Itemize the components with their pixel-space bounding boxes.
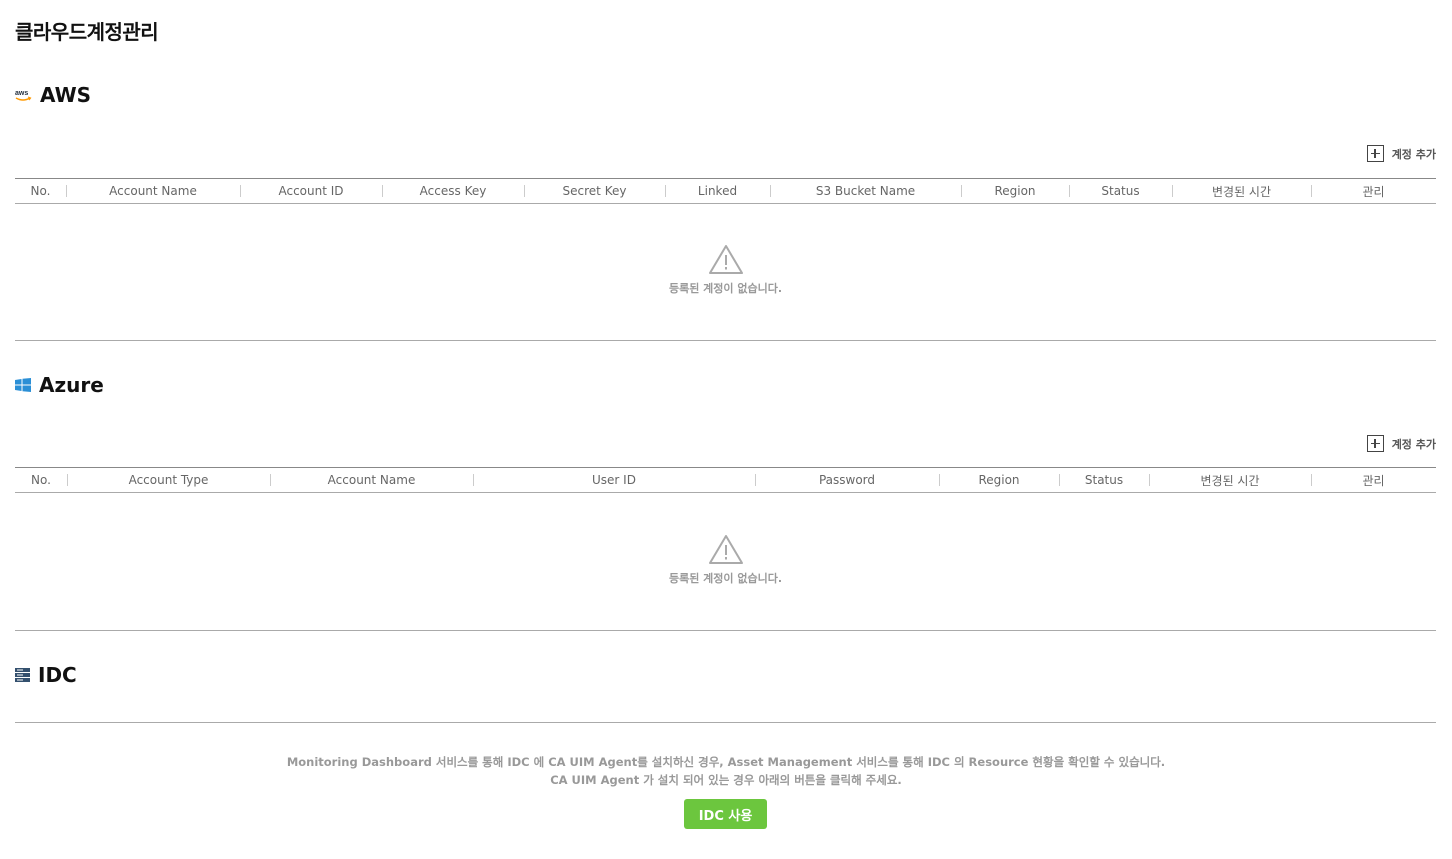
azure-section-title: Azure (15, 373, 104, 397)
aws-col-s3-bucket-name[interactable]: S3 Bucket Name (770, 179, 961, 203)
plus-icon (1366, 145, 1384, 162)
aws-col-access-key[interactable]: Access Key (382, 179, 524, 203)
aws-empty-state: 등록된 계정이 없습니다. (15, 244, 1436, 296)
warning-icon (708, 245, 743, 274)
azure-col-account-type[interactable]: Account Type (67, 468, 270, 492)
aws-col-account-name[interactable]: Account Name (66, 179, 240, 203)
aws-table-header: No. Account Name Account ID Access Key S… (15, 178, 1436, 204)
azure-table-header: No. Account Type Account Name User ID Pa… (15, 467, 1436, 493)
idc-info-message-line2: CA UIM Agent 가 설치 되어 있는 경우 아래의 버튼을 클릭해 주… (550, 773, 902, 787)
azure-col-status[interactable]: Status (1059, 468, 1149, 492)
aws-col-changed-time[interactable]: 변경된 시간 (1172, 179, 1311, 203)
azure-empty-message: 등록된 계정이 없습니다. (668, 572, 783, 585)
windows-icon (15, 378, 31, 392)
aws-empty-message: 등록된 계정이 없습니다. (668, 282, 783, 295)
aws-col-linked[interactable]: Linked (665, 179, 770, 203)
aws-add-account-label: 계정 추가 (1391, 147, 1436, 161)
aws-col-region[interactable]: Region (961, 179, 1069, 203)
plus-icon (1366, 435, 1384, 452)
aws-icon: aws (15, 88, 32, 102)
aws-col-secret-key[interactable]: Secret Key (524, 179, 665, 203)
idc-info-message-line1: Monitoring Dashboard 서비스를 통해 IDC 에 CA UI… (286, 755, 1166, 769)
azure-empty-state: 등록된 계정이 없습니다. (15, 534, 1436, 586)
idc-title: IDC (38, 663, 77, 687)
azure-col-changed-time[interactable]: 변경된 시간 (1149, 468, 1311, 492)
server-icon (15, 668, 30, 682)
idc-section-title: IDC (15, 663, 77, 687)
azure-add-account-label: 계정 추가 (1391, 437, 1436, 451)
azure-col-password[interactable]: Password (755, 468, 939, 492)
azure-col-manage[interactable]: 관리 (1311, 468, 1436, 492)
azure-title: Azure (39, 373, 104, 397)
azure-col-region[interactable]: Region (939, 468, 1059, 492)
idc-use-button[interactable]: IDC 사용 (684, 799, 767, 829)
aws-col-no[interactable]: No. (15, 179, 66, 203)
aws-icon-text: aws (15, 90, 28, 97)
idc-section-divider (15, 722, 1436, 723)
aws-section-divider (15, 340, 1436, 341)
page-title: 클라우드계정관리 (15, 20, 159, 44)
aws-col-account-id[interactable]: Account ID (240, 179, 382, 203)
aws-section-title: aws AWS (15, 83, 91, 107)
azure-col-no[interactable]: No. (15, 468, 67, 492)
aws-add-account-button[interactable]: 계정 추가 (1366, 145, 1436, 162)
aws-title: AWS (40, 83, 92, 107)
aws-col-manage[interactable]: 관리 (1311, 179, 1436, 203)
aws-col-status[interactable]: Status (1069, 179, 1172, 203)
azure-add-account-button[interactable]: 계정 추가 (1366, 435, 1436, 452)
azure-col-account-name[interactable]: Account Name (270, 468, 473, 492)
azure-section-divider (15, 630, 1436, 631)
azure-col-user-id[interactable]: User ID (473, 468, 755, 492)
warning-icon (708, 535, 743, 564)
